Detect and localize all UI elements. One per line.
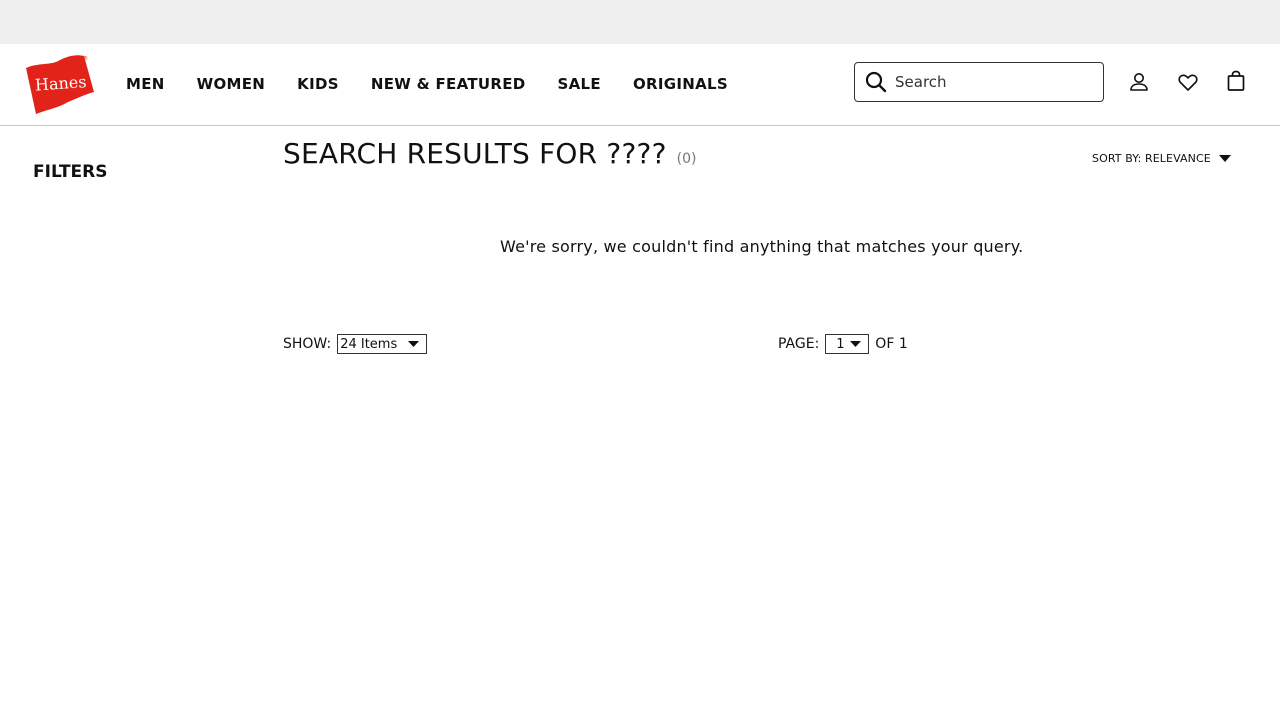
- items-per-page-select[interactable]: 24 Items: [337, 334, 428, 354]
- nav-item-new-featured[interactable]: NEW & FEATURED: [371, 75, 526, 93]
- hanes-logo[interactable]: Hanes ®: [22, 52, 96, 116]
- main-nav: MEN WOMEN KIDS NEW & FEATURED SALE ORIGI…: [126, 75, 728, 93]
- hanes-logo-icon: Hanes ®: [26, 55, 94, 114]
- search-box[interactable]: [854, 62, 1104, 102]
- promo-bar: [0, 0, 1280, 44]
- nav-item-originals[interactable]: ORIGINALS: [633, 75, 728, 93]
- no-results-message: We're sorry, we couldn't find anything t…: [500, 237, 1024, 256]
- nav-item-women[interactable]: WOMEN: [197, 75, 266, 93]
- page-control: PAGE: 1 OF 1: [778, 334, 908, 354]
- chevron-down-icon: [1218, 154, 1231, 162]
- items-per-page-value: 24 Items: [340, 336, 398, 352]
- sort-dropdown[interactable]: SORT BY: RELEVANCE: [1092, 152, 1231, 165]
- site-header: Hanes ® MEN WOMEN KIDS NEW & FEATURED SA…: [0, 44, 1280, 126]
- page-label: PAGE:: [778, 336, 820, 352]
- items-per-page-control: SHOW: 24 Items: [283, 334, 428, 354]
- heart-icon[interactable]: [1176, 70, 1200, 94]
- bag-icon[interactable]: [1224, 69, 1248, 93]
- nav-item-men[interactable]: MEN: [126, 75, 165, 93]
- account-icon[interactable]: [1127, 70, 1151, 94]
- show-label: SHOW:: [283, 336, 332, 352]
- results-heading: SEARCH RESULTS FOR ???? (0): [283, 137, 697, 170]
- results-count: (0): [676, 151, 697, 167]
- chevron-down-icon: [850, 341, 862, 347]
- search-input[interactable]: [895, 69, 1095, 95]
- nav-item-kids[interactable]: KIDS: [297, 75, 339, 93]
- sort-label: SORT BY: RELEVANCE: [1092, 152, 1211, 165]
- page-select[interactable]: 1: [825, 334, 870, 354]
- page-title: SEARCH RESULTS FOR ????: [283, 137, 667, 170]
- search-icon[interactable]: [864, 70, 888, 94]
- nav-item-sale[interactable]: SALE: [558, 75, 601, 93]
- svg-text:Hanes: Hanes: [34, 72, 87, 95]
- chevron-down-icon: [408, 341, 420, 347]
- svg-text:®: ®: [83, 55, 88, 62]
- page-total: OF 1: [875, 336, 908, 352]
- filters-heading: FILTERS: [33, 162, 108, 182]
- page-value: 1: [836, 336, 845, 352]
